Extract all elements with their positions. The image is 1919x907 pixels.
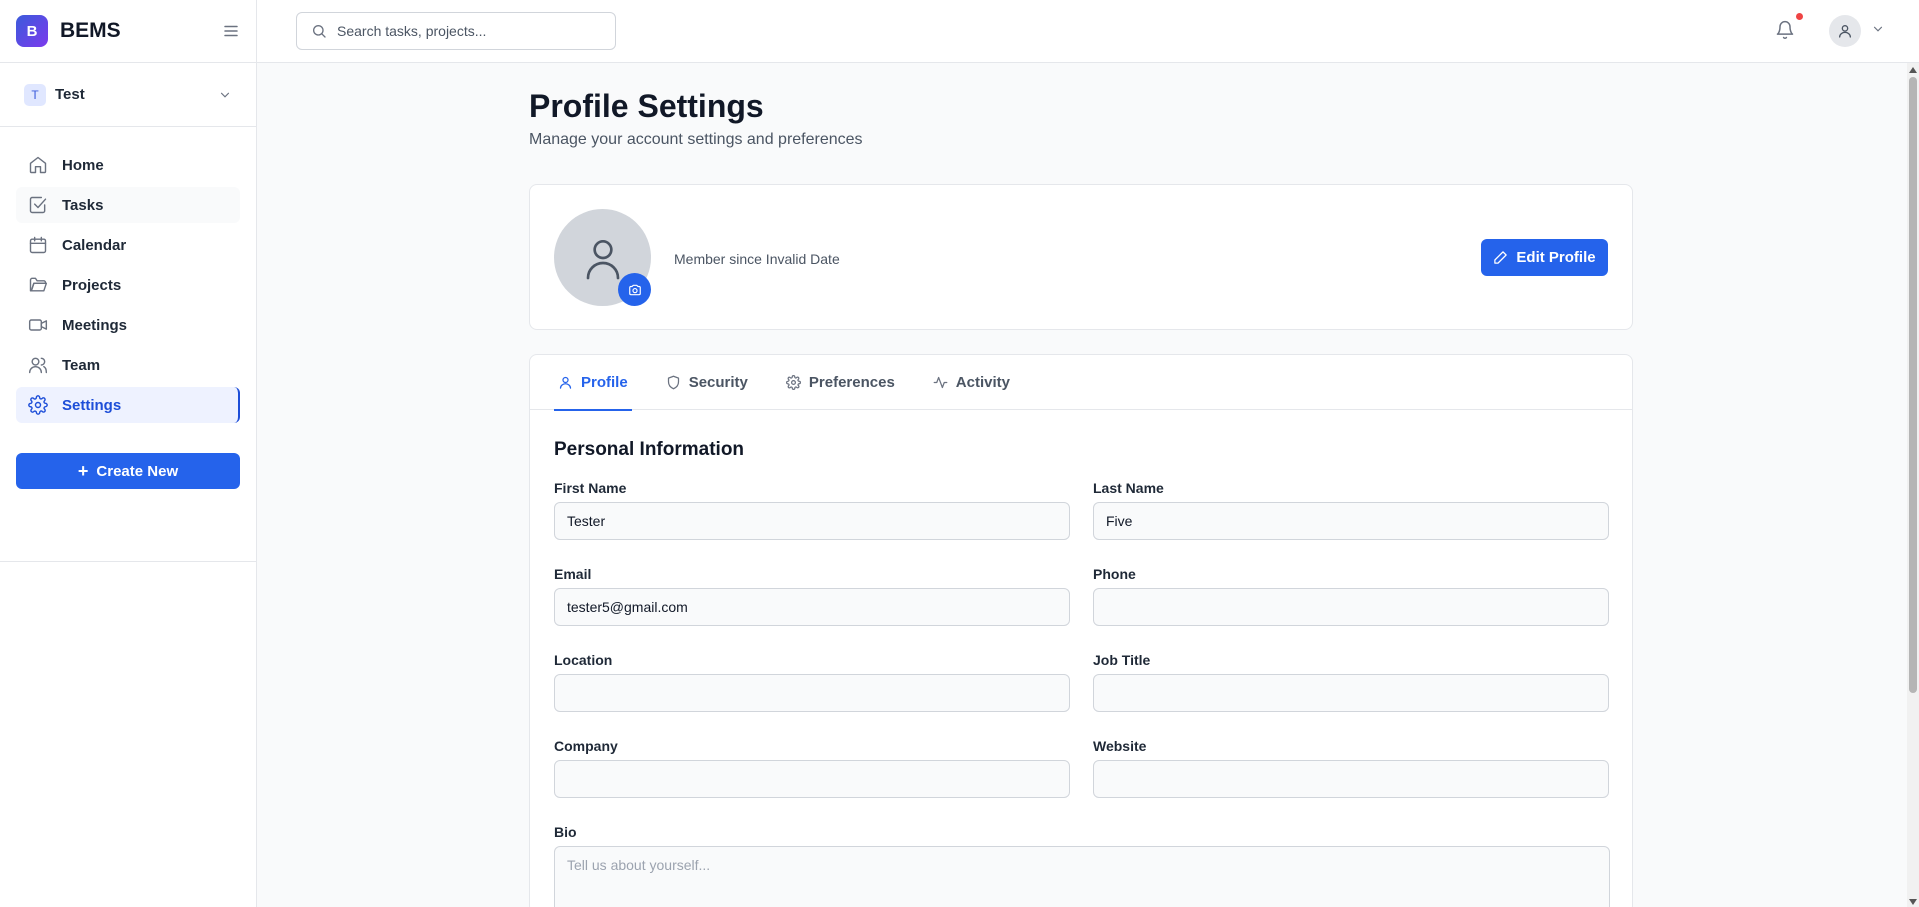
profile-summary-card: Member since Invalid Date Edit Profile — [529, 184, 1633, 330]
scroll-up-arrow[interactable] — [1909, 67, 1917, 73]
sidebar-item-meetings[interactable]: Meetings — [16, 307, 240, 343]
create-new-label: Create New — [96, 462, 179, 480]
section-title: Personal Information — [554, 439, 745, 460]
company-field[interactable] — [554, 760, 1070, 798]
tab-profile[interactable]: Profile — [554, 355, 632, 411]
phone-label: Phone — [1093, 566, 1136, 582]
sidebar: B BEMS T Test Home Tasks Calendar Projec… — [0, 0, 257, 907]
video-icon — [28, 315, 48, 335]
edit-profile-label: Edit Profile — [1516, 249, 1596, 266]
workspace-avatar: T — [24, 83, 46, 106]
email-label: Email — [554, 566, 592, 582]
chevron-down-icon[interactable] — [1871, 22, 1885, 36]
tab-activity[interactable]: Activity — [929, 355, 1014, 410]
search-icon — [311, 23, 327, 39]
scroll-down-arrow[interactable] — [1909, 899, 1917, 905]
tab-label: Preferences — [808, 374, 895, 391]
website-label: Website — [1093, 738, 1147, 754]
company-label: Company — [554, 738, 618, 754]
scrollbar[interactable] — [1907, 63, 1919, 907]
sidebar-item-tasks[interactable]: Tasks — [16, 187, 240, 223]
check-square-icon — [28, 195, 48, 215]
search-box[interactable]: Search tasks, projects... — [296, 12, 616, 50]
page-subtitle: Manage your account settings and prefere… — [529, 131, 863, 148]
settings-tabs: Profile Security Preferences Activity — [530, 355, 1632, 411]
sidebar-item-label: Home — [62, 156, 104, 174]
last-name-field[interactable] — [1093, 502, 1609, 540]
scrollbar-thumb[interactable] — [1909, 77, 1917, 693]
sidebar-item-label: Meetings — [62, 316, 128, 334]
gear-icon — [28, 395, 48, 415]
bio-label: Bio — [554, 824, 577, 840]
camera-icon[interactable] — [618, 273, 651, 306]
sidebar-item-label: Team — [62, 356, 101, 374]
bell-icon[interactable] — [1775, 20, 1795, 40]
location-label: Location — [554, 652, 613, 668]
job-title-field[interactable] — [1093, 674, 1609, 712]
brand-header: B BEMS — [0, 0, 256, 63]
pencil-icon — [1493, 250, 1508, 265]
first-name-field[interactable] — [554, 502, 1070, 540]
tab-security[interactable]: Security — [662, 355, 752, 410]
workspace-selector[interactable]: T Test — [0, 63, 256, 127]
sidebar-item-label: Calendar — [62, 236, 127, 254]
brand-logo: B — [16, 15, 48, 47]
location-field[interactable] — [554, 674, 1070, 712]
job-title-label: Job Title — [1093, 652, 1151, 668]
workspace-name: Test — [55, 86, 85, 103]
top-bar: Search tasks, projects... — [257, 0, 1919, 63]
users-icon — [28, 355, 48, 375]
shield-icon — [666, 375, 681, 390]
member-since-text: Member since Invalid Date — [674, 251, 840, 267]
search-input[interactable]: Search tasks, projects... — [337, 23, 486, 39]
sidebar-item-label: Tasks — [62, 196, 104, 214]
chevron-down-icon — [218, 88, 232, 102]
sidebar-item-label: Projects — [62, 276, 122, 294]
sidebar-nav: Home Tasks Calendar Projects Meetings Te… — [0, 127, 256, 562]
create-new-button[interactable]: + Create New — [16, 453, 240, 489]
activity-icon — [933, 375, 948, 390]
email-field[interactable] — [554, 588, 1070, 626]
bio-field[interactable] — [554, 846, 1610, 907]
last-name-label: Last Name — [1093, 480, 1164, 496]
notification-dot — [1796, 13, 1803, 20]
avatar[interactable] — [1829, 15, 1861, 47]
home-icon — [28, 155, 48, 175]
settings-panel: Profile Security Preferences Activity Pe… — [529, 354, 1633, 907]
folder-icon — [28, 275, 48, 295]
sidebar-item-home[interactable]: Home — [16, 147, 240, 183]
sidebar-item-calendar[interactable]: Calendar — [16, 227, 240, 263]
page-title: Profile Settings — [529, 88, 764, 124]
calendar-icon — [28, 235, 48, 255]
sidebar-item-settings[interactable]: Settings — [16, 387, 240, 423]
tab-preferences[interactable]: Preferences — [782, 355, 899, 410]
sidebar-item-team[interactable]: Team — [16, 347, 240, 383]
sidebar-item-label: Settings — [62, 396, 122, 414]
edit-profile-button[interactable]: Edit Profile — [1481, 239, 1608, 276]
phone-field[interactable] — [1093, 588, 1609, 626]
plus-icon: + — [77, 461, 89, 481]
tab-label: Profile — [581, 374, 628, 391]
menu-icon[interactable] — [222, 22, 240, 40]
brand-name: BEMS — [60, 19, 121, 42]
tab-label: Security — [688, 374, 748, 391]
user-icon — [558, 375, 573, 390]
gear-icon — [785, 375, 801, 390]
website-field[interactable] — [1093, 760, 1609, 798]
first-name-label: First Name — [554, 480, 627, 496]
tab-label: Activity — [955, 374, 1010, 391]
sidebar-item-projects[interactable]: Projects — [16, 267, 240, 303]
